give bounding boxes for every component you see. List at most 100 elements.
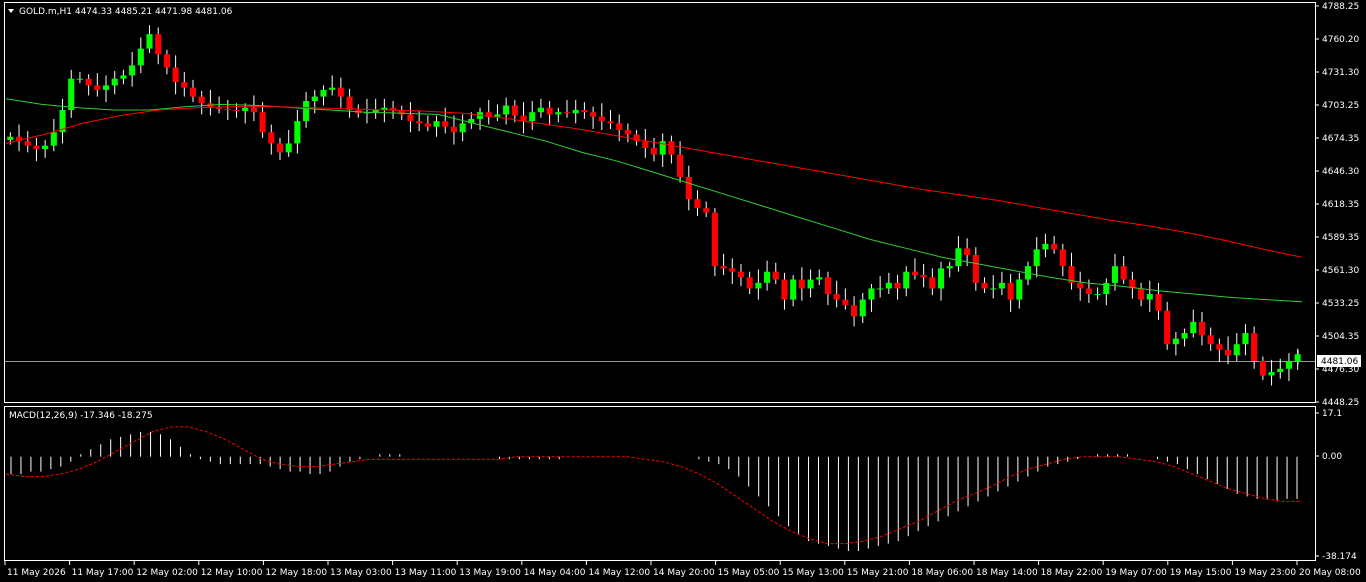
time-tick-label: 14 May 12:00: [588, 568, 650, 578]
candle-body: [1051, 243, 1058, 250]
candle-body: [242, 107, 249, 112]
candle-body: [259, 112, 266, 133]
macd-histogram-layer: [10, 431, 1298, 552]
candle-body: [624, 130, 631, 135]
candle-body: [181, 82, 188, 88]
candle-body: [7, 136, 14, 141]
candle-body: [189, 87, 197, 97]
candle-body: [868, 288, 875, 300]
candle-body: [102, 85, 110, 90]
candle-body: [1285, 360, 1292, 369]
time-tick-label: 11 May 2026: [7, 568, 66, 578]
time-tick-label: 20 May 08:00: [1299, 568, 1361, 578]
candle-body: [842, 299, 849, 306]
candle-body: [1138, 288, 1145, 300]
candle-body: [859, 299, 866, 317]
time-tick-label: 19 May 15:00: [1170, 568, 1232, 578]
candle-body: [346, 96, 353, 110]
candle-body: [755, 282, 762, 289]
time-tick-label: 15 May 21:00: [847, 568, 909, 578]
time-tick-label: 18 May 14:00: [976, 568, 1038, 578]
time-axis: 11 May 2026 11 May 17:00 12 May 02:00 12 Ma…: [4, 561, 1361, 578]
main-panel-frame: [4, 2, 1316, 403]
candle-body: [233, 109, 240, 112]
candle-body: [198, 96, 205, 104]
candle-body: [111, 78, 118, 86]
candle-body: [1198, 321, 1206, 336]
time-tick-label: 12 May 18:00: [265, 568, 327, 578]
candle-body: [946, 266, 953, 269]
macd-label: MACD(12,26,9) -17.346 -18.275: [9, 411, 153, 421]
candle-body: [1251, 333, 1258, 361]
price-tick-label: 4646.30: [1322, 167, 1359, 177]
candle-body: [450, 126, 457, 133]
candle-body: [1277, 368, 1284, 373]
candle-body: [816, 277, 823, 280]
candle-body: [1164, 310, 1171, 345]
candle-body: [1016, 279, 1023, 300]
candle-body: [1085, 288, 1092, 295]
ma-fast-line: [5, 98, 1303, 303]
time-tick-label: 18 May 22:00: [1041, 568, 1103, 578]
candle-body: [998, 282, 1005, 289]
candle-body: [1077, 282, 1084, 289]
candle-body: [772, 271, 779, 280]
candle-body: [929, 277, 936, 289]
candle-body: [529, 112, 536, 122]
time-tick-label: 15 May 13:00: [782, 568, 844, 578]
candle-body: [311, 96, 318, 102]
candle-body: [1059, 249, 1066, 267]
candle-body: [24, 141, 31, 146]
time-tick-label: 13 May 03:00: [330, 568, 392, 578]
candle-body: [1225, 349, 1232, 356]
candle-body: [703, 208, 710, 213]
candle-body: [50, 132, 57, 146]
price-tick-label: 4561.30: [1322, 266, 1359, 276]
candle-body: [1146, 294, 1153, 300]
candle-body: [668, 141, 675, 155]
candle-body: [494, 114, 501, 117]
candle-body: [372, 109, 379, 113]
time-tick-label: 13 May 19:00: [459, 568, 521, 578]
price-tick-label: 4533.25: [1322, 299, 1359, 309]
candle-body: [851, 305, 858, 317]
time-tick-label: 19 May 23:00: [1234, 568, 1296, 578]
candle-body: [1207, 335, 1214, 345]
candle-body: [903, 271, 910, 289]
candle-body: [416, 121, 423, 124]
symbol-menu-icon[interactable]: [8, 9, 14, 13]
candle-body: [1094, 294, 1101, 296]
candle-body: [503, 105, 510, 115]
candle-body: [459, 123, 466, 133]
macd-tick-label: 0.00: [1322, 452, 1342, 462]
price-tick-label: 4448.25: [1322, 398, 1359, 408]
candle-body: [155, 34, 162, 55]
macd-panel-frame: [4, 406, 1316, 561]
candle-body: [537, 107, 544, 113]
candle-body: [120, 75, 127, 79]
candle-body: [955, 248, 962, 267]
candle-body: [833, 294, 840, 300]
candle-body: [642, 141, 649, 148]
candle-body: [129, 65, 136, 76]
candle-body: [885, 282, 892, 289]
chart-canvas: GOLD.m,H1 4474.33 4485.21 4471.98 4481.0…: [4, 2, 1361, 578]
candle-body: [590, 112, 597, 117]
price-axis: 4788.25 4760.20 4731.30 4703.25 4674.35 4646.…: [1315, 2, 1359, 408]
candle-body: [572, 109, 579, 114]
candle-body: [720, 266, 727, 269]
candle-body: [764, 271, 771, 283]
candle-body: [224, 108, 231, 110]
candle-body: [146, 34, 153, 49]
candle-body: [964, 248, 971, 255]
candle-body: [920, 275, 927, 278]
candle-body: [68, 78, 75, 110]
time-tick-label: 15 May 05:00: [718, 568, 780, 578]
candle-body: [807, 279, 814, 289]
candle-body: [1190, 321, 1197, 334]
candle-body: [94, 85, 101, 90]
candle-body: [276, 143, 284, 153]
candle-body: [268, 132, 275, 144]
candle-body: [1242, 333, 1249, 345]
candle-body: [1155, 294, 1162, 311]
